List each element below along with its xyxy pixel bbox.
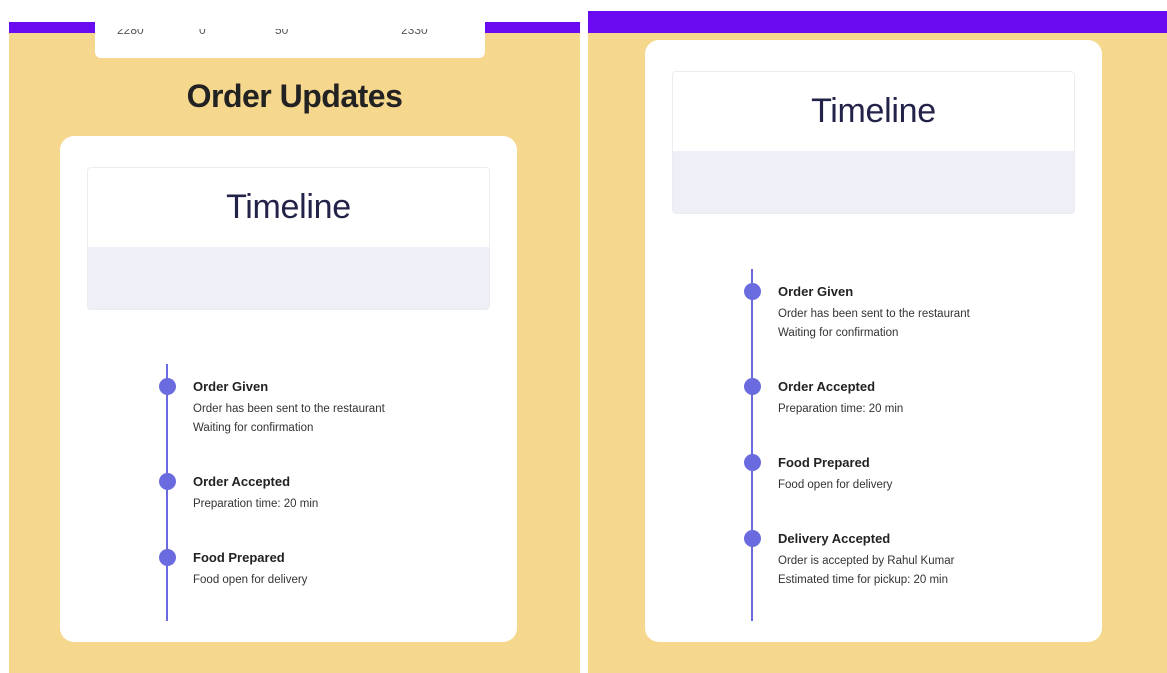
stat-value: 2330	[401, 29, 428, 37]
event-title: Delivery Accepted	[778, 531, 891, 546]
event-description: Preparation time: 20 min	[778, 403, 904, 415]
stats-row: 2280 0 50 2330	[95, 29, 485, 43]
event-description: Order is accepted by Rahul Kumar	[778, 555, 955, 567]
right-screenshot-panel: Timeline Order Given Order has been sent…	[588, 0, 1167, 673]
stat-value: 50	[275, 29, 289, 37]
event-title: Order Accepted	[193, 474, 291, 489]
timeline-dot-icon	[159, 378, 176, 395]
event-title: Order Given	[778, 284, 854, 299]
timeline-card: Timeline Order Given Order has been sent…	[60, 136, 517, 642]
top-bar	[588, 11, 1167, 33]
event-title: Order Accepted	[778, 379, 876, 394]
left-screenshot-panel: 2280 0 50 2330 Order Updates Timeline Or…	[9, 0, 580, 673]
event-description: Food open for delivery	[193, 574, 308, 586]
timeline-line	[751, 269, 753, 621]
timeline-dot-icon	[744, 283, 761, 300]
timeline-dot-icon	[744, 454, 761, 471]
timeline-dot-icon	[744, 378, 761, 395]
timeline-dot-icon	[159, 473, 176, 490]
event-description: Order has been sent to the restaurant	[778, 308, 970, 320]
timeline-header: Timeline	[672, 71, 1075, 214]
event-description: Food open for delivery	[778, 479, 893, 491]
timeline-card: Timeline Order Given Order has been sent…	[645, 40, 1102, 642]
page-title: Order Updates	[186, 78, 403, 114]
event-title: Food Prepared	[778, 455, 870, 470]
timeline-title: Timeline	[226, 188, 351, 226]
timeline-dot-icon	[159, 549, 176, 566]
timeline-header: Timeline	[87, 167, 490, 310]
event-title: Order Given	[193, 379, 269, 394]
event-description: Order has been sent to the restaurant	[193, 403, 385, 415]
event-description: Estimated time for pickup: 20 min	[778, 574, 949, 586]
timeline-title-box: Timeline	[673, 72, 1074, 151]
timeline-dot-icon	[744, 530, 761, 547]
event-description: Preparation time: 20 min	[193, 498, 319, 510]
stats-card: 2280 0 50 2330	[95, 0, 485, 58]
event-description: Waiting for confirmation	[778, 327, 899, 339]
stat-value: 2280	[117, 29, 144, 37]
timeline-title-box: Timeline	[88, 168, 489, 247]
timeline-title: Timeline	[811, 92, 936, 130]
event-title: Food Prepared	[193, 550, 285, 565]
stat-value: 0	[199, 29, 206, 37]
timeline-line	[166, 364, 168, 621]
event-description: Waiting for confirmation	[193, 422, 314, 434]
